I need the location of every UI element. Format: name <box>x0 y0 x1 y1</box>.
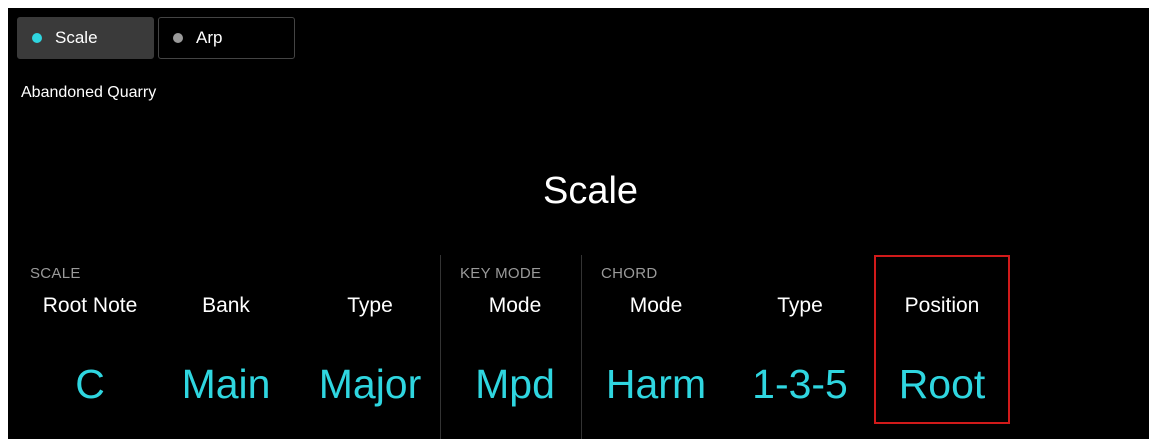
group-divider <box>440 255 441 439</box>
param-value: 1-3-5 <box>752 361 848 407</box>
tab-scale[interactable]: Scale <box>17 17 154 59</box>
param-value: Mpd <box>475 361 555 407</box>
param-value: Major <box>318 361 422 407</box>
preset-name: Abandoned Quarry <box>21 84 157 101</box>
param-label: Type <box>347 294 393 317</box>
mode-tabs: Scale Arp <box>17 17 295 59</box>
param-value: Main <box>181 361 271 407</box>
param-scale-type[interactable]: Type Major <box>314 294 426 439</box>
tab-arp[interactable]: Arp <box>158 17 295 59</box>
group-label-scale: SCALE <box>30 265 81 282</box>
param-value: C <box>75 361 105 407</box>
tab-scale-label: Scale <box>55 28 98 47</box>
param-label: Mode <box>488 294 542 317</box>
focus-highlight-box <box>874 255 1010 424</box>
param-label: Type <box>777 294 823 317</box>
device-screen: Scale Arp Abandoned Quarry Scale SCALE K… <box>8 8 1149 439</box>
status-dot-icon <box>32 33 42 43</box>
group-label-chord: CHORD <box>601 265 658 282</box>
param-key-mode[interactable]: Mode Mpd <box>459 294 571 439</box>
param-label: Mode <box>629 294 683 317</box>
group-divider <box>581 255 582 439</box>
param-label: Root Note <box>42 294 138 317</box>
status-dot-icon <box>173 33 183 43</box>
param-bank[interactable]: Bank Main <box>170 294 282 439</box>
page-title: Scale <box>542 170 639 212</box>
param-value: Harm <box>605 361 707 407</box>
tab-arp-label: Arp <box>196 28 223 47</box>
param-root-note[interactable]: Root Note C <box>25 294 155 439</box>
param-label: Bank <box>202 294 250 317</box>
param-chord-mode[interactable]: Mode Harm <box>600 294 712 439</box>
group-label-key-mode: KEY MODE <box>460 265 542 282</box>
param-chord-type[interactable]: Type 1-3-5 <box>740 294 860 439</box>
